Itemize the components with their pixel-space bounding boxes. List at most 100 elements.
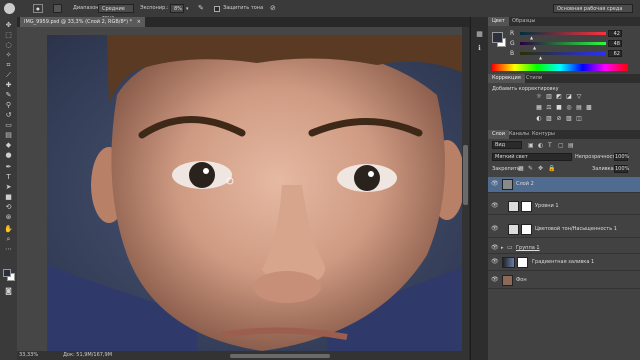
visibility-eye-icon[interactable]: 👁 (491, 181, 499, 187)
zoom-level[interactable]: 33,33% (19, 352, 38, 358)
group-expand-icon[interactable]: ▸ (501, 245, 504, 251)
color-spectrum-bar[interactable] (492, 64, 628, 71)
airbrush-icon[interactable]: ✎ (198, 4, 207, 13)
crop-tool-icon[interactable]: ⌗ (4, 61, 13, 69)
filter-smart-object-icon[interactable]: ▤ (568, 142, 574, 149)
r-slider-handle[interactable]: ▲ (530, 35, 533, 40)
brightness-contrast-icon[interactable]: ☼ (536, 94, 542, 100)
properties-panel-icon[interactable]: ℹ (475, 44, 484, 53)
g-value[interactable]: 48 (608, 40, 622, 47)
threshold-icon[interactable]: ⊘ (556, 116, 562, 122)
type-tool-icon[interactable]: T (4, 173, 13, 181)
shape-tool-icon[interactable]: ■ (4, 193, 13, 201)
document-photo[interactable] (47, 35, 469, 351)
layer-row-levels-1[interactable]: 👁 Уровни 1 (488, 199, 640, 215)
filter-adjustment-icon[interactable]: ◐ (538, 142, 543, 149)
marquee-tool-icon[interactable]: ⬚ (4, 31, 13, 39)
3d-rotate-tool-icon[interactable]: ⟲ (4, 203, 13, 211)
history-brush-tool-icon[interactable]: ↺ (4, 111, 13, 119)
tab-swatches[interactable]: Образцы (508, 17, 539, 26)
tab-paths[interactable]: Контуры (528, 130, 559, 139)
document-tab-close[interactable]: × (137, 19, 141, 25)
edit-toolbar-icon[interactable]: ⋯ (4, 245, 13, 253)
lock-all-icon[interactable]: 🔒 (548, 165, 555, 172)
visibility-eye-icon[interactable]: 👁 (491, 277, 499, 283)
photo-filter-icon[interactable]: ◎ (566, 105, 572, 111)
lock-pixels-icon[interactable]: ✎ (528, 165, 533, 172)
blur-tool-icon[interactable]: ◆ (4, 141, 13, 149)
invert-icon[interactable]: ◐ (536, 116, 542, 122)
eraser-tool-icon[interactable]: ▭ (4, 121, 13, 129)
b-slider-handle[interactable]: ▲ (539, 55, 542, 60)
layer-kind-filter[interactable]: Вид (492, 141, 522, 149)
layer-name[interactable]: Цветовой тон/Насыщенность 1 (535, 226, 617, 232)
layer-row-background[interactable]: 👁 Фон (488, 273, 640, 289)
tab-styles[interactable]: Стили (522, 74, 546, 83)
3d-camera-tool-icon[interactable]: ⊛ (4, 213, 13, 221)
path-selection-tool-icon[interactable]: ➤ (4, 183, 13, 191)
tool-preset-icon[interactable] (4, 3, 15, 14)
vibrance-icon[interactable]: ▽ (576, 94, 582, 100)
canvas-area[interactable] (17, 27, 469, 351)
gradient-map-icon[interactable]: ▧ (566, 116, 572, 122)
layer-name[interactable]: Градиентная заливка 1 (532, 259, 594, 265)
layer-name[interactable]: Фон (516, 277, 527, 283)
layer-row-layer-2[interactable]: 👁 Слой 2 (488, 177, 640, 193)
filter-shape-icon[interactable]: ▢ (558, 142, 564, 149)
lasso-tool-icon[interactable]: ◌ (4, 41, 13, 49)
brush-tool-icon[interactable]: ✎ (4, 91, 13, 99)
exposure-dropdown-icon[interactable]: ▾ (186, 6, 189, 12)
hand-tool-icon[interactable]: ✋ (4, 225, 13, 233)
workspace-select[interactable]: Основная рабочая среда (553, 4, 633, 13)
exposure-input[interactable]: 8% (170, 4, 184, 13)
r-value[interactable]: 42 (608, 30, 622, 37)
lock-transparent-icon[interactable]: ▦ (518, 165, 524, 172)
color-lookup-icon[interactable]: ▩ (586, 105, 592, 111)
dodge-tool-icon[interactable]: ● (4, 151, 13, 159)
pressure-icon[interactable]: ⊘ (270, 4, 279, 13)
g-slider-handle[interactable]: ▲ (533, 45, 536, 50)
levels-icon[interactable]: ▥ (546, 94, 552, 100)
layer-name[interactable]: Уровни 1 (535, 203, 559, 209)
document-info[interactable]: Док: 51,9M/167,9M (63, 352, 112, 358)
selective-color-icon[interactable]: ◫ (576, 116, 582, 122)
protect-tones-checkbox[interactable] (214, 6, 220, 12)
curves-icon[interactable]: ◩ (556, 94, 562, 100)
tab-color[interactable]: Цвет (488, 17, 509, 26)
foreground-color-chip[interactable] (492, 32, 503, 43)
hue-saturation-icon[interactable]: ▦ (536, 105, 542, 111)
horizontal-scroll-thumb[interactable] (230, 354, 330, 358)
visibility-eye-icon[interactable]: 👁 (491, 203, 499, 209)
quick-mask-icon[interactable]: ◙ (4, 287, 13, 295)
layer-row-group-1[interactable]: 👁 ▸ ▭ Группа 1 (488, 243, 640, 254)
opacity-input[interactable]: 100% (614, 153, 629, 161)
quick-select-tool-icon[interactable]: ✧ (4, 51, 13, 59)
color-balance-icon[interactable]: ⚖ (546, 105, 552, 111)
b-slider[interactable] (520, 52, 606, 55)
pen-tool-icon[interactable]: ✒ (4, 163, 13, 171)
black-white-icon[interactable]: ■ (556, 105, 562, 111)
foreground-color-swatch[interactable] (3, 269, 11, 277)
zoom-tool-icon[interactable]: ⌕ (4, 235, 13, 243)
visibility-eye-icon[interactable]: 👁 (491, 226, 499, 232)
document-tab[interactable]: IMG_9959.psd @ 33,3% (Слой 2, RGB/8*) * … (20, 17, 145, 27)
posterize-icon[interactable]: ▨ (546, 116, 552, 122)
lock-position-icon[interactable]: ✥ (538, 165, 543, 172)
eyedropper-tool-icon[interactable]: ⟋ (4, 71, 13, 79)
brush-size-icon[interactable]: ● (33, 4, 43, 13)
blend-mode-select[interactable]: Мягкий свет (492, 153, 572, 161)
layer-name[interactable]: Слой 2 (516, 181, 534, 187)
visibility-eye-icon[interactable]: 👁 (491, 259, 499, 265)
vertical-scroll-thumb[interactable] (463, 145, 468, 205)
layer-row-hue-saturation-1[interactable]: 👁 Цветовой тон/Насыщенность 1 (488, 222, 640, 238)
range-select[interactable]: Средние тона (98, 4, 134, 21)
tab-adjustments[interactable]: Коррекция (488, 74, 525, 83)
layer-row-gradient-fill-1[interactable]: 👁 Градиентная заливка 1 (488, 255, 640, 271)
healing-brush-tool-icon[interactable]: ✚ (4, 81, 13, 89)
channel-mixer-icon[interactable]: ▤ (576, 105, 582, 111)
layer-name[interactable]: Группа 1 (516, 245, 540, 251)
fill-input[interactable]: 100% (614, 165, 629, 173)
exposure-icon[interactable]: ◪ (566, 94, 572, 100)
b-value[interactable]: 62 (608, 50, 622, 57)
visibility-eye-icon[interactable]: 👁 (491, 245, 499, 251)
